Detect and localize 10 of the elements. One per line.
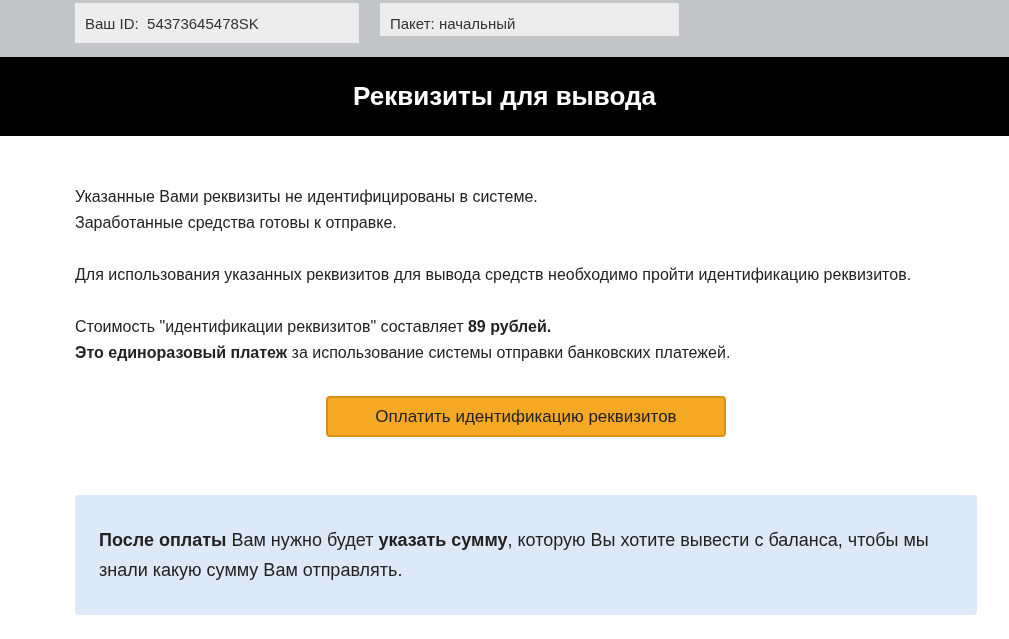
info-text: Это единоразовый платеж за использование системы отправки банковских платежей. [75, 343, 732, 363]
account-info-field: Пакет: начальный [380, 3, 679, 36]
info-note: После оплаты Вам нужно будет указать сумму, которую Вы хотите вывести с баланса, чтобы мы знали какую сумму Вам отправлять. [75, 495, 977, 615]
info-text: Указанные Вами реквизиты не идентифицированы в системе. [75, 187, 539, 207]
info-text: Стоимость "идентификации реквизитов" составляет 89 рублей. [75, 317, 553, 337]
pay-button[interactable]: Оплатить идентификацию реквизитов [326, 396, 726, 437]
info-text: Для использования указанных реквизитов для вывода средств необходимо пройти идентификацию реквизитов. [75, 265, 913, 285]
account-info-field: Ваш ID: 54373645478SK [75, 3, 359, 43]
info-text: Заработанные средства готовы к отправке. [75, 213, 398, 233]
page-title: Реквизиты для вывода [353, 80, 656, 113]
